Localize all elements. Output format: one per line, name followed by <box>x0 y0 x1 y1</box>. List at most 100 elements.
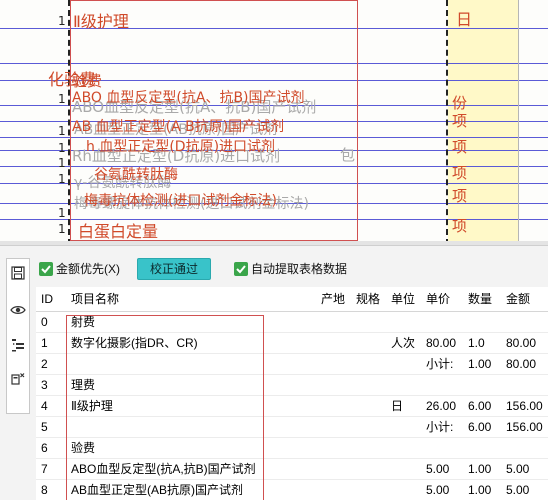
cell-unit[interactable] <box>386 458 421 480</box>
cell-id[interactable]: 7 <box>36 458 66 480</box>
cell-item-name[interactable]: 验费 <box>66 437 316 459</box>
cell-id[interactable]: 8 <box>36 479 66 500</box>
cell-item-name[interactable]: AB血型正定型(AB抗原)国产试剂 <box>66 479 316 500</box>
cell-item-name[interactable]: 理费 <box>66 374 316 396</box>
cell-unit[interactable] <box>386 353 421 375</box>
table-row[interactable]: 2 小计: 1.00 80.00 <box>36 353 548 375</box>
cell-amount[interactable]: 5.00 <box>501 479 548 500</box>
cell-unit-price[interactable]: 小计: <box>421 416 463 438</box>
cell-id[interactable]: 6 <box>36 437 66 459</box>
cell-id[interactable]: 0 <box>36 311 66 333</box>
table-row[interactable]: 3 理费 <box>36 374 548 396</box>
cell-amount[interactable]: 156.00 <box>501 416 548 438</box>
cell-amount[interactable]: 5.00 <box>501 458 548 480</box>
cell-unit[interactable]: 日 <box>386 395 421 417</box>
cell-unit-price[interactable]: 小计: <box>421 353 463 375</box>
cell-amount[interactable]: 80.00 <box>501 353 548 375</box>
cell-id[interactable]: 5 <box>36 416 66 438</box>
eye-icon[interactable] <box>9 302 27 320</box>
table-row[interactable]: 7 ABO血型反定型(抗A,抗B)国产试剂 5.00 1.00 5.00 <box>36 458 548 480</box>
cell-origin[interactable] <box>316 458 351 480</box>
cell-quantity[interactable]: 1.00 <box>463 479 501 500</box>
auto-extract-checkbox[interactable] <box>234 262 248 276</box>
ocr-selection-box[interactable] <box>70 0 358 241</box>
cell-item-name[interactable]: Ⅱ级护理 <box>66 395 316 417</box>
col-header-quantity[interactable]: 数量 <box>463 287 501 312</box>
col-header-spec[interactable]: 规格 <box>351 287 386 312</box>
cell-quantity[interactable]: 1.00 <box>463 353 501 375</box>
cell-unit-price[interactable] <box>421 374 463 396</box>
cell-item-name[interactable] <box>66 416 316 438</box>
cell-quantity[interactable]: 1.0 <box>463 332 501 354</box>
cell-unit[interactable] <box>386 374 421 396</box>
col-header-item-name[interactable]: 项目名称 <box>66 287 316 312</box>
col-header-amount[interactable]: 金额 <box>501 287 548 312</box>
col-header-id[interactable]: ID <box>36 287 66 312</box>
cell-spec[interactable] <box>351 332 386 354</box>
cell-amount[interactable]: 80.00 <box>501 332 548 354</box>
cell-origin[interactable] <box>316 332 351 354</box>
cell-spec[interactable] <box>351 416 386 438</box>
cell-unit-price[interactable]: 26.00 <box>421 395 463 417</box>
cell-unit-price[interactable]: 5.00 <box>421 458 463 480</box>
cell-unit-price[interactable]: 80.00 <box>421 332 463 354</box>
cell-spec[interactable] <box>351 311 386 333</box>
cell-unit-price[interactable] <box>421 311 463 333</box>
cell-item-name[interactable]: ABO血型反定型(抗A,抗B)国产试剂 <box>66 458 316 480</box>
cell-spec[interactable] <box>351 437 386 459</box>
cell-id[interactable]: 3 <box>36 374 66 396</box>
cell-spec[interactable] <box>351 479 386 500</box>
auto-extract-label[interactable]: 自动提取表格数据 <box>251 262 347 276</box>
save-icon[interactable] <box>9 265 27 283</box>
cell-origin[interactable] <box>316 374 351 396</box>
verify-pass-button[interactable]: 校正通过 <box>137 258 211 280</box>
cell-quantity[interactable] <box>463 437 501 459</box>
cell-unit-price[interactable] <box>421 437 463 459</box>
table-row[interactable]: 8 AB血型正定型(AB抗原)国产试剂 5.00 1.00 5.00 <box>36 479 548 500</box>
col-header-unit-price[interactable]: 单价 <box>421 287 463 312</box>
cell-id[interactable]: 1 <box>36 332 66 354</box>
table-row[interactable]: 1 数字化摄影(指DR、CR) 人次 80.00 1.0 80.00 <box>36 332 548 354</box>
cell-quantity[interactable]: 6.00 <box>463 395 501 417</box>
table-row[interactable]: 6 验费 <box>36 437 548 459</box>
cell-quantity[interactable]: 1.00 <box>463 458 501 480</box>
table-row[interactable]: 4 Ⅱ级护理 日 26.00 6.00 156.00 <box>36 395 548 417</box>
cell-item-name[interactable]: 数字化摄影(指DR、CR) <box>66 332 316 354</box>
cell-quantity[interactable]: 6.00 <box>463 416 501 438</box>
cell-unit[interactable] <box>386 416 421 438</box>
amount-first-label[interactable]: 金额优先(X) <box>56 262 120 276</box>
row-number: 1 <box>58 206 66 220</box>
cell-origin[interactable] <box>316 353 351 375</box>
cell-spec[interactable] <box>351 395 386 417</box>
cell-spec[interactable] <box>351 353 386 375</box>
cell-item-name[interactable] <box>66 353 316 375</box>
table-row[interactable]: 0 射费 <box>36 311 548 333</box>
cell-origin[interactable] <box>316 479 351 500</box>
cell-origin[interactable] <box>316 311 351 333</box>
cell-unit[interactable] <box>386 311 421 333</box>
cell-unit[interactable] <box>386 437 421 459</box>
cell-spec[interactable] <box>351 374 386 396</box>
cell-quantity[interactable] <box>463 374 501 396</box>
cell-unit[interactable] <box>386 479 421 500</box>
cell-id[interactable]: 2 <box>36 353 66 375</box>
cell-amount[interactable] <box>501 437 548 459</box>
cell-amount[interactable]: 156.00 <box>501 395 548 417</box>
cell-spec[interactable] <box>351 458 386 480</box>
cell-amount[interactable] <box>501 374 548 396</box>
amount-first-checkbox[interactable] <box>39 262 53 276</box>
col-header-unit[interactable]: 单位 <box>386 287 421 312</box>
cell-origin[interactable] <box>316 416 351 438</box>
cell-amount[interactable] <box>501 311 548 333</box>
cell-origin[interactable] <box>316 437 351 459</box>
table-row[interactable]: 5 小计: 6.00 156.00 <box>36 416 548 438</box>
cell-id[interactable]: 4 <box>36 395 66 417</box>
col-header-origin[interactable]: 产地 <box>316 287 351 312</box>
cell-quantity[interactable] <box>463 311 501 333</box>
cell-origin[interactable] <box>316 395 351 417</box>
cell-item-name[interactable]: 射费 <box>66 311 316 333</box>
cell-unit[interactable]: 人次 <box>386 332 421 354</box>
delete-row-icon[interactable] <box>9 371 27 389</box>
list-indent-icon[interactable] <box>9 337 27 355</box>
cell-unit-price[interactable]: 5.00 <box>421 479 463 500</box>
